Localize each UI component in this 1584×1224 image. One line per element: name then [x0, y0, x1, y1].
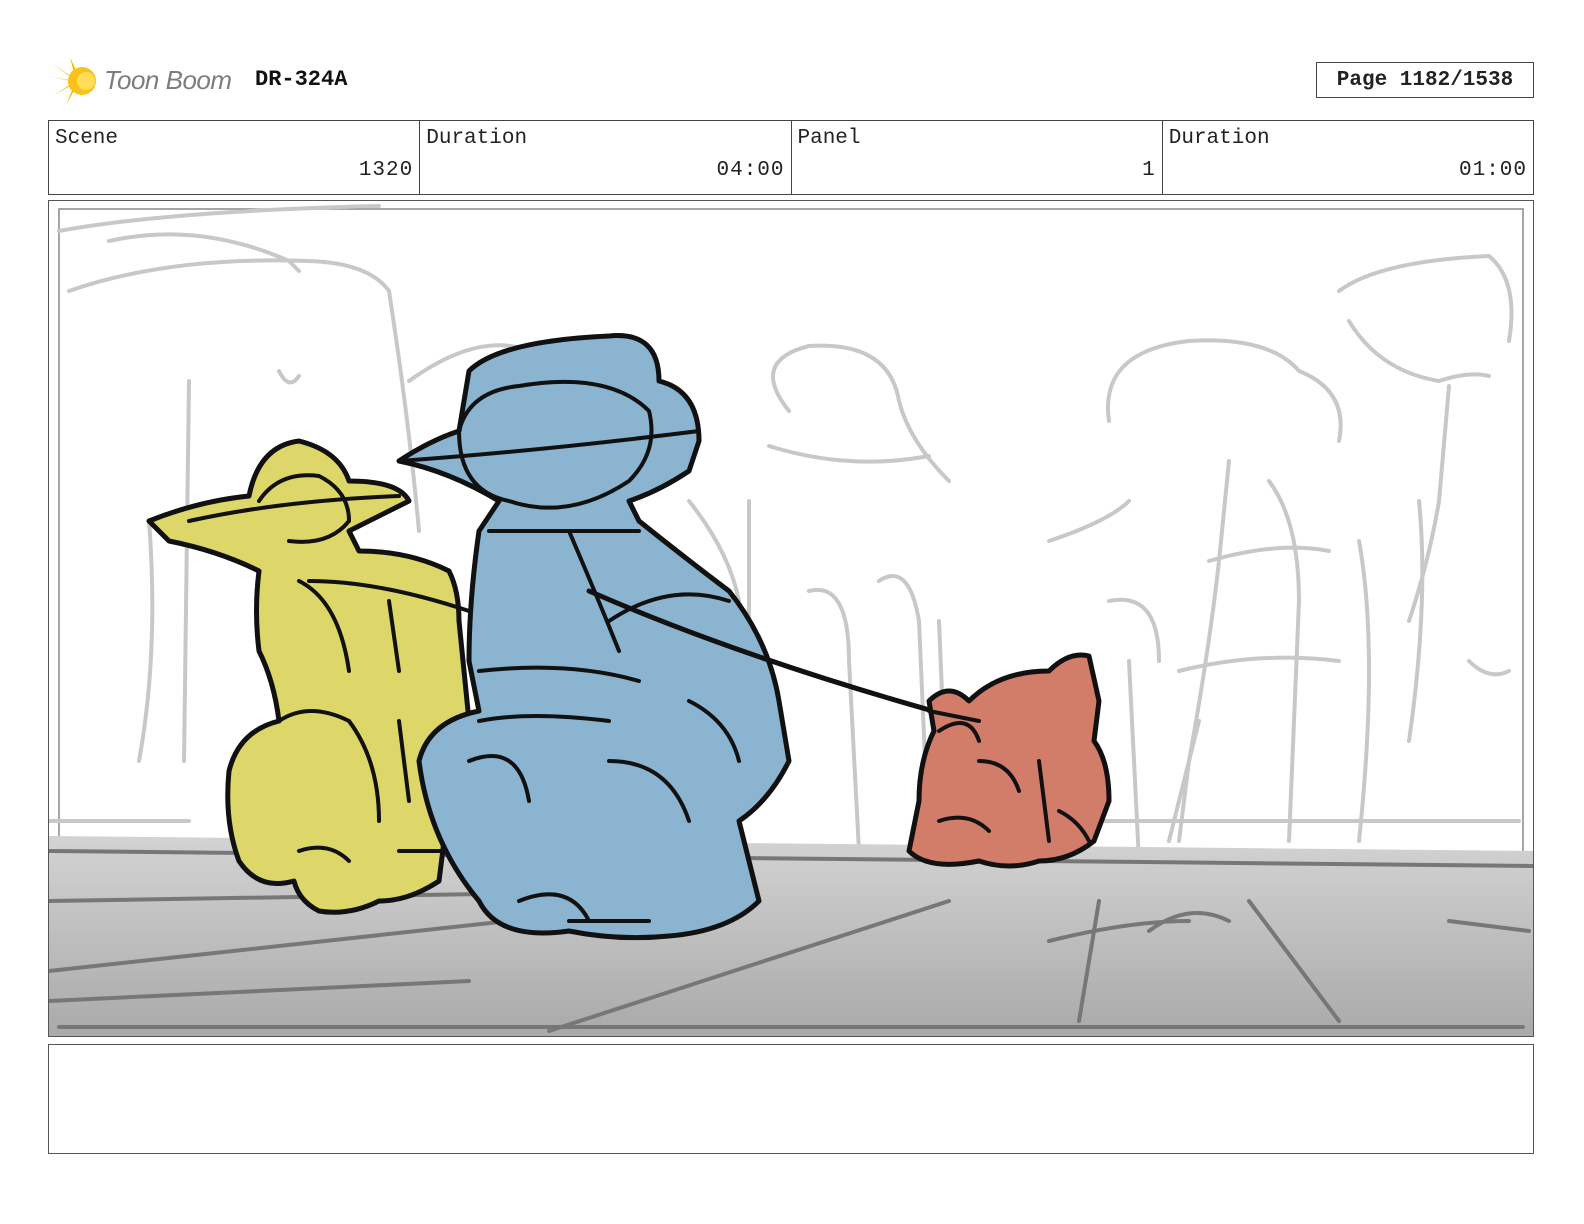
scene-value: 1320 [358, 159, 414, 182]
red-dog-character [906, 652, 1112, 869]
scene-duration-cell: Duration 04:00 [420, 121, 792, 194]
scene-duration-value: 04:00 [716, 159, 785, 182]
page-number: Page 1182/1538 [1316, 62, 1534, 98]
toon-boom-logo: Toon Boom [50, 55, 240, 107]
panel-sketch [49, 204, 1533, 1036]
panel-duration-label: Duration [1168, 127, 1270, 150]
panel-value: 1 [1142, 159, 1156, 182]
scene-duration-label: Duration [426, 127, 528, 150]
scene-info-table: Scene 1320 Duration 04:00 Panel 1 Durati… [48, 120, 1534, 195]
panel-cell: Panel 1 [792, 121, 1163, 194]
panel-notes-box[interactable] [48, 1044, 1534, 1154]
sun-burst-icon [50, 57, 96, 105]
panel-duration-value: 01:00 [1458, 159, 1527, 182]
scene-label: Scene [55, 127, 119, 150]
storyboard-panel [48, 200, 1534, 1037]
panel-label: Panel [797, 127, 861, 150]
production-code: DR-324A [255, 67, 348, 92]
scene-cell: Scene 1320 [49, 121, 421, 194]
logo-text: Toon Boom [104, 65, 232, 95]
panel-duration-cell: Duration 01:00 [1163, 121, 1533, 194]
